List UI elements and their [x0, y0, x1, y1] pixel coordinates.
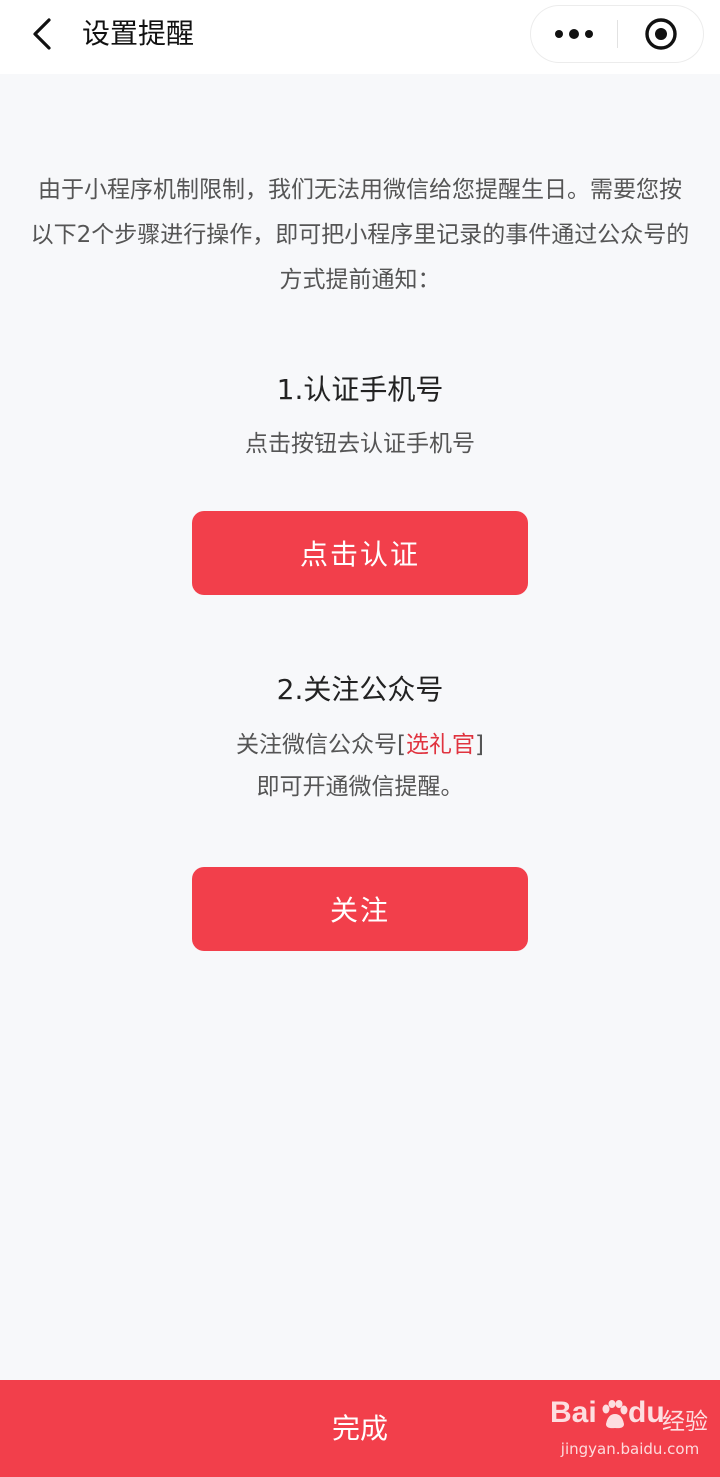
watermark-url: jingyan.baidu.com — [560, 1440, 700, 1458]
chevron-left-icon — [33, 18, 51, 50]
more-button[interactable] — [531, 6, 617, 62]
close-button[interactable] — [618, 6, 703, 62]
official-account-name: 选礼官 — [406, 732, 475, 758]
step2-desc-line2: 即可开通微信提醒。 — [256, 774, 464, 800]
baidu-jingyan-watermark: Bai du 经验 jingyan.baidu.com — [550, 1394, 710, 1464]
navigation-bar: 设置提醒 — [0, 0, 720, 74]
back-button[interactable] — [22, 14, 62, 54]
more-dots-icon — [555, 29, 593, 39]
step2-desc-prefix: 关注微信公众号[ — [236, 732, 406, 758]
watermark-logo: Bai du 经验 — [550, 1394, 710, 1438]
step2-desc-suffix: ] — [475, 732, 484, 758]
step1-desc: 点击按钮去认证手机号 — [245, 431, 475, 457]
step2-title: 2.关注公众号 — [276, 673, 444, 706]
verify-phone-button[interactable]: 点击认证 — [192, 511, 528, 595]
intro-text: 由于小程序机制限制，我们无法用微信给您提醒生日。需要您按以下2个步骤进行操作，即… — [30, 177, 690, 293]
step1-title: 1.认证手机号 — [276, 373, 444, 406]
watermark-brand-2: du — [628, 1396, 665, 1429]
watermark-product: 经验 — [662, 1409, 708, 1435]
capsule-menu — [531, 6, 703, 62]
target-circle-icon — [644, 18, 677, 50]
step2-desc: 关注微信公众号[选礼官] — [0, 723, 720, 767]
watermark-brand: Bai — [550, 1396, 597, 1429]
follow-button[interactable]: 关注 — [192, 867, 528, 951]
page-title: 设置提醒 — [82, 17, 195, 50]
paw-icon — [602, 1400, 628, 1429]
